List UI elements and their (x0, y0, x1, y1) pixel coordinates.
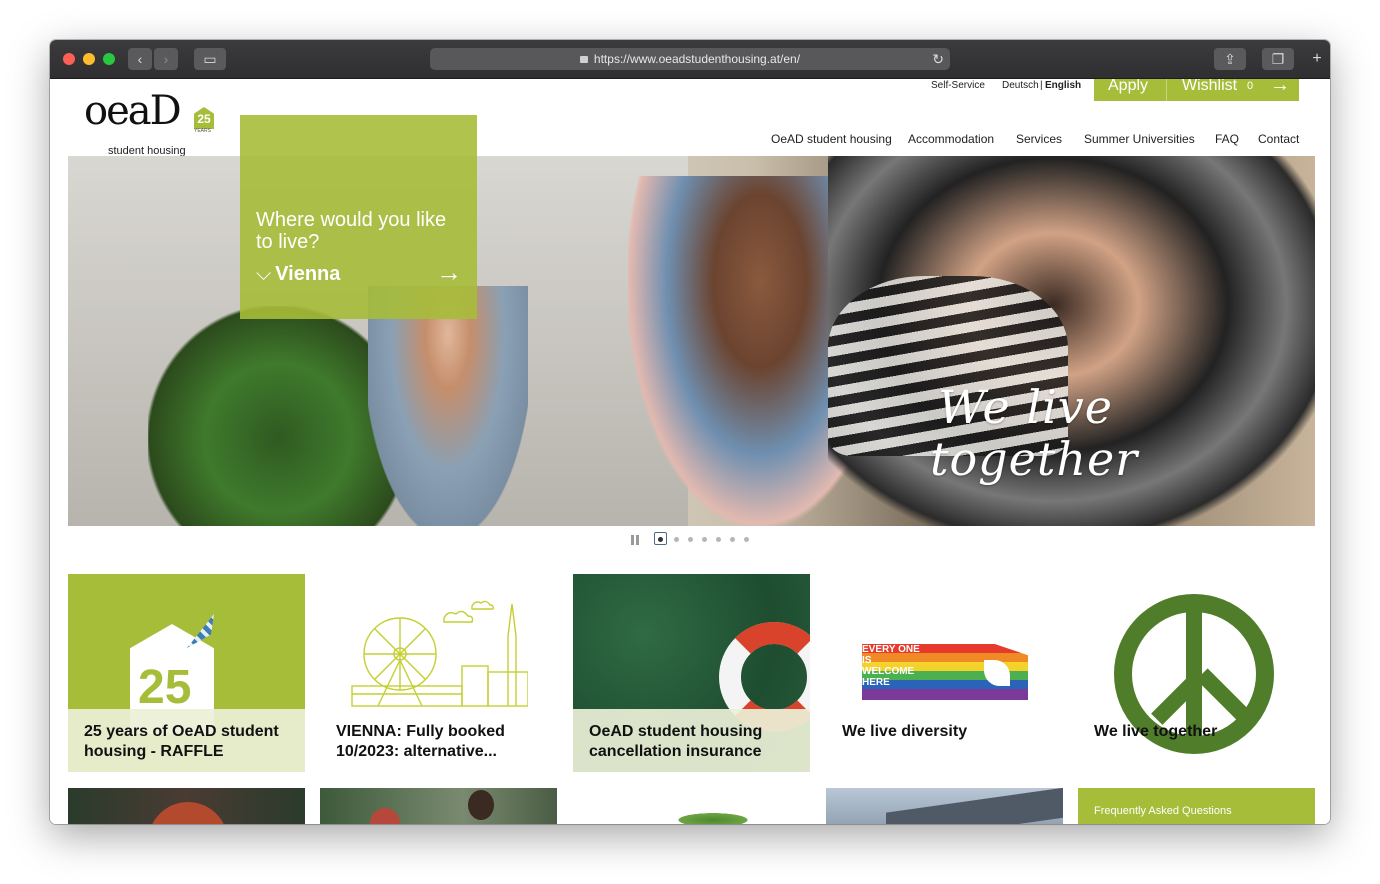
slider-dot[interactable] (730, 537, 735, 542)
vienna-skyline-icon (351, 600, 528, 707)
card-photo (370, 808, 400, 824)
close-window-button[interactable] (63, 53, 75, 65)
news-card[interactable] (320, 788, 557, 824)
tabs-overview-button[interactable]: ❐ (1262, 48, 1294, 70)
self-service-link[interactable]: Self-Service (931, 80, 985, 91)
city-dropdown[interactable]: ⌵ Vienna (256, 263, 340, 286)
plus-icon: + (1312, 50, 1322, 67)
news-card[interactable]: VIENNA: Fully booked 10/2023: alternativ… (320, 574, 557, 772)
slider-dot[interactable] (658, 537, 663, 542)
hero-script-line: together (930, 432, 1139, 486)
news-card[interactable]: 25 25 years of OeAD student housing - RA… (68, 574, 305, 772)
arrow-right-icon[interactable]: → (436, 257, 462, 288)
lock-icon (579, 56, 588, 63)
card-photo (468, 790, 494, 820)
logo-wordmark: oeaD (84, 88, 182, 134)
news-card[interactable]: EVERY ONE IS WELCOME HERE We live divers… (826, 574, 1063, 772)
back-button[interactable]: ‹ (128, 48, 152, 70)
language-de-link[interactable]: Deutsch (1002, 80, 1039, 91)
nav-item-accommodation[interactable]: Accommodation (908, 132, 994, 146)
forward-button[interactable]: › (154, 48, 178, 70)
wishlist-button[interactable]: Wishlist (1182, 79, 1237, 95)
flag-text: EVERY ONE IS WELCOME HERE (862, 644, 920, 688)
web-page: oeaD 25 YEARS student housing Self-Servi… (50, 79, 1330, 824)
location-question: Where would you like to live? (256, 209, 447, 253)
news-card[interactable] (68, 788, 305, 824)
chevron-right-icon: › (163, 51, 169, 67)
browser-window: ‹ › ▭ https://www.oeadstudenthousing.at/… (50, 40, 1330, 824)
slider-dot[interactable] (744, 537, 749, 542)
nav-item-summer-universities[interactable]: Summer Universities (1084, 132, 1195, 146)
slider-dot[interactable] (688, 537, 693, 542)
faq-label: Frequently Asked Questions (1094, 805, 1232, 817)
nav-item-oead-student-housing[interactable]: OeAD student housing (771, 132, 892, 146)
share-icon: ⇪ (1224, 51, 1236, 67)
new-tab-button[interactable]: + (1306, 48, 1328, 70)
chevron-down-icon: ⌵ (256, 263, 272, 285)
faq-card[interactable]: Frequently Asked Questions (1078, 788, 1315, 824)
nav-item-contact[interactable]: Contact (1258, 132, 1299, 146)
sidebar-toggle-button[interactable]: ▭ (194, 48, 226, 70)
chevron-left-icon: ‹ (137, 51, 143, 67)
wishlist-count: 0 (1247, 80, 1254, 92)
address-text: https://www.oeadstudenthousing.at/en/ (593, 52, 801, 66)
card-photo (673, 812, 753, 824)
news-card[interactable]: OeAD student housing cancellation insura… (573, 574, 810, 772)
card-photo (148, 802, 228, 824)
peace-sign-stroke (1196, 668, 1253, 725)
share-button[interactable]: ⇪ (1214, 48, 1246, 70)
maximize-window-button[interactable] (103, 53, 115, 65)
browser-toolbar: ‹ › ▭ https://www.oeadstudenthousing.at/… (50, 40, 1330, 79)
hero-script-text: We live together (930, 380, 1138, 485)
address-bar[interactable]: https://www.oeadstudenthousing.at/en/ ↻ (430, 48, 950, 70)
location-selector-box: Where would you like to live? ⌵ Vienna → (240, 115, 477, 319)
pause-icon[interactable] (630, 535, 640, 545)
language-en-link[interactable]: English (1045, 80, 1081, 91)
slider-dot[interactable] (716, 537, 721, 542)
hero-script-line: We live (938, 380, 1114, 434)
card-photo (886, 788, 1063, 824)
hero-photo-person (368, 286, 528, 526)
tabs-icon: ❐ (1271, 51, 1285, 67)
apply-wishlist-bar: Apply Wishlist 0 → (1094, 79, 1299, 101)
anniversary-badge: 25 (194, 107, 214, 129)
apply-button[interactable]: Apply (1108, 79, 1148, 95)
card-title: We live together (1094, 723, 1218, 740)
divider (1166, 79, 1167, 101)
city-selected: Vienna (275, 263, 341, 285)
news-card[interactable] (573, 788, 810, 824)
card-title: OeAD student housing cancellation insura… (589, 723, 763, 760)
news-card[interactable] (826, 788, 1063, 824)
card-title: 25 years of OeAD student housing - RAFFL… (84, 723, 279, 760)
site-logo[interactable]: oeaD 25 YEARS student housing (84, 88, 214, 157)
news-card[interactable]: We live together (1078, 574, 1315, 772)
card-badge: 25 (138, 661, 192, 714)
slider-dot[interactable] (702, 537, 707, 542)
reload-icon[interactable]: ↻ (932, 48, 944, 70)
minimize-window-button[interactable] (83, 53, 95, 65)
nav-item-faq[interactable]: FAQ (1215, 132, 1239, 146)
slider-dot[interactable] (674, 537, 679, 542)
card-title: VIENNA: Fully booked 10/2023: alternativ… (336, 723, 505, 760)
nav-item-services[interactable]: Services (1016, 132, 1062, 146)
arrow-right-icon[interactable]: → (1270, 79, 1290, 97)
sidebar-icon: ▭ (203, 51, 217, 67)
anniversary-badge-sub: YEARS (194, 128, 211, 134)
card-title: We live diversity (842, 723, 968, 740)
language-separator: | (1040, 80, 1043, 91)
